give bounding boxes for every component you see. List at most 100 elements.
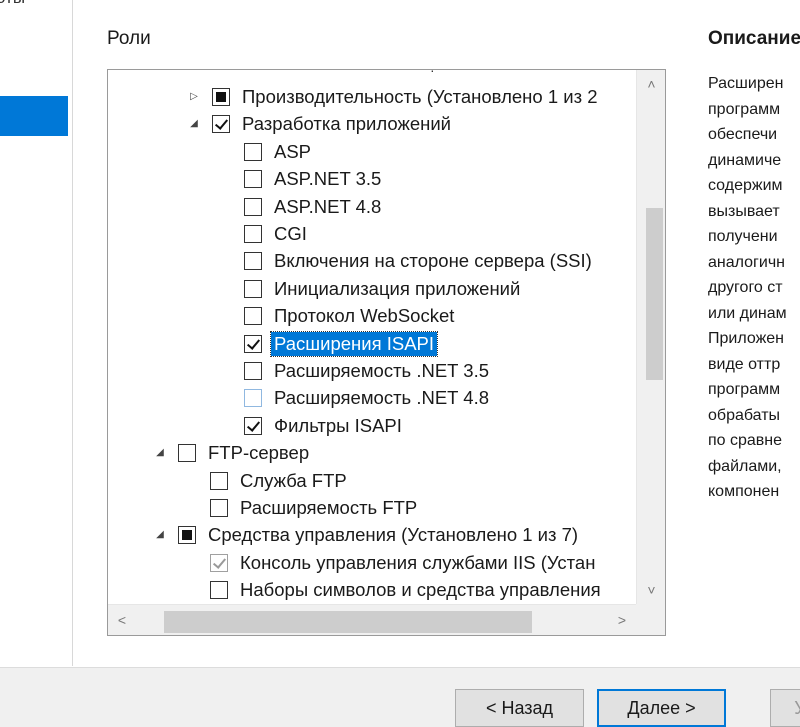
vertical-scroll-thumb[interactable] [646, 207, 663, 381]
role-checkbox[interactable] [244, 389, 262, 408]
next-button[interactable]: Далее > [597, 689, 726, 727]
tree-row[interactable]: ▷ Производительность (Установлено 1 из 2 [108, 84, 636, 111]
clipped-row-text: · [430, 70, 435, 78]
roles-heading: Роли [107, 28, 151, 49]
description-line: обеспечи [708, 126, 778, 143]
role-label: Расширяемость .NET 4.8 [274, 387, 489, 409]
expanded-triangle-icon[interactable]: ◢ [188, 118, 200, 130]
description-line: виде оттр [708, 355, 781, 373]
role-checkbox[interactable] [178, 526, 196, 545]
expanded-triangle-icon[interactable]: ◢ [154, 529, 166, 541]
tree-row[interactable]: CGI [108, 221, 636, 248]
tree-row[interactable]: Расширения ISAPI [108, 330, 636, 358]
role-label: ASP.NET 4.8 [274, 195, 382, 217]
role-label: Служба FTP [240, 469, 347, 491]
tree-row[interactable]: ◢ Разработка приложений [108, 111, 636, 138]
tree-row[interactable]: Включения на стороне сервера (SSI) [108, 248, 636, 275]
role-checkbox[interactable] [244, 225, 262, 243]
role-checkbox[interactable] [244, 307, 262, 326]
back-button[interactable]: < Назад [455, 689, 584, 727]
role-checkbox[interactable] [212, 88, 230, 106]
tree-row[interactable]: ASP.NET 3.5 [108, 166, 636, 193]
tree-row[interactable]: Консоль управления службами IIS (Устан [108, 550, 636, 577]
wizard-footer: < Назад Далее > У [0, 667, 800, 727]
wizard-steps-panel: оты [0, 0, 73, 666]
description-heading: Описание [708, 28, 800, 49]
role-checkbox[interactable] [178, 444, 196, 463]
role-label: Инициализация приложений [274, 277, 521, 299]
description-line: вызывает [708, 202, 780, 220]
description-line: аналогичн [708, 253, 785, 271]
tree-row[interactable]: Служба FTP [108, 468, 636, 495]
role-checkbox[interactable] [244, 170, 262, 189]
role-label: Расширяемость FTP [240, 497, 418, 518]
description-line: Расширен [708, 75, 784, 92]
role-label: CGI [274, 223, 307, 244]
tree-row[interactable]: ◢ Средства управления (Установлено 1 из 7… [108, 522, 636, 549]
selected-step-highlight[interactable] [0, 96, 68, 136]
role-checkbox[interactable] [244, 252, 262, 271]
description-line: программ [708, 100, 781, 118]
role-checkbox[interactable] [210, 553, 228, 572]
tree-row[interactable]: ASP.NET 4.8 [108, 194, 636, 221]
roles-tree-rows: · ▷ Производительность (Установлено 1 из … [108, 70, 636, 604]
role-checkbox[interactable] [212, 115, 230, 134]
description-line: или динам [708, 304, 787, 322]
step-label-cut: оты [0, 0, 25, 8]
tree-row[interactable]: Расширяемость FTP [108, 495, 636, 522]
role-label: Включения на стороне сервера (SSI) [274, 250, 592, 272]
description-line: динамиче [708, 151, 782, 169]
collapsed-triangle-icon[interactable]: ▷ [188, 91, 200, 103]
vertical-scrollbar[interactable]: ˄ ˅ [636, 70, 665, 604]
scroll-right-icon[interactable]: ˃ [610, 605, 634, 635]
role-checkbox[interactable] [244, 416, 262, 435]
horizontal-scroll-thumb[interactable] [164, 611, 533, 633]
install-button[interactable]: У [770, 689, 800, 727]
tree-row[interactable]: Расширяемость .NET 3.5 [108, 358, 636, 385]
description-line: содержим [708, 177, 783, 194]
description-line: компонен [708, 483, 780, 500]
scroll-up-icon[interactable]: ˄ [637, 72, 665, 96]
role-label: Средства управления (Установлено 1 из 7) [208, 524, 579, 546]
role-label: Консоль управления службами IIS (Устан [240, 551, 596, 573]
role-checkbox[interactable] [210, 581, 228, 600]
role-checkbox[interactable] [244, 142, 262, 161]
role-label: Производительность (Установлено 1 из 2 [242, 86, 598, 107]
role-checkbox[interactable] [244, 279, 262, 298]
role-label: ASP.NET 3.5 [274, 168, 382, 190]
description-line: по сравне [708, 432, 783, 449]
description-line: программ [708, 381, 781, 398]
scroll-down-icon[interactable]: ˅ [637, 578, 665, 602]
tree-row[interactable]: Инициализация приложений [108, 276, 636, 303]
description-line: получени [708, 228, 778, 245]
role-checkbox[interactable] [244, 334, 262, 353]
description-text: Расширен программ обеспечи динамиче содержим… [708, 71, 800, 505]
role-label: Расширения ISAPI [269, 330, 439, 357]
tree-row[interactable]: Протокол WebSocket [108, 303, 636, 330]
role-checkbox[interactable] [210, 471, 228, 490]
description-line: файлами, [708, 457, 782, 475]
role-label: Наборы символов и средства управления [240, 579, 601, 601]
description-line: другого ст [708, 279, 783, 296]
scroll-left-icon[interactable]: ˂ [110, 605, 134, 635]
role-label: Фильтры ISAPI [274, 414, 402, 436]
scrollbar-corner [636, 604, 665, 635]
role-label: Протокол WebSocket [274, 305, 455, 327]
expanded-triangle-icon[interactable]: ◢ [154, 447, 166, 459]
role-label: Разработка приложений [242, 113, 452, 135]
role-label: Расширяемость .NET 3.5 [274, 360, 489, 381]
horizontal-scrollbar[interactable]: ˂ ˃ [108, 604, 636, 635]
role-checkbox[interactable] [210, 499, 228, 517]
tree-row[interactable]: ASP [108, 139, 636, 166]
role-label: FTP-сервер [208, 442, 310, 464]
roles-tree[interactable]: · ▷ Производительность (Установлено 1 из … [107, 69, 666, 636]
description-line: обрабаты [708, 406, 781, 424]
role-checkbox[interactable] [244, 197, 262, 216]
tree-row[interactable]: Расширяемость .NET 4.8 [108, 385, 636, 412]
role-label: ASP [274, 140, 312, 162]
tree-row[interactable]: Фильтры ISAPI [108, 413, 636, 440]
role-checkbox[interactable] [244, 362, 262, 380]
description-line: Приложен [708, 330, 785, 347]
tree-row[interactable]: Наборы символов и средства управления [108, 577, 636, 604]
tree-row[interactable]: ◢ FTP-сервер [108, 440, 636, 467]
